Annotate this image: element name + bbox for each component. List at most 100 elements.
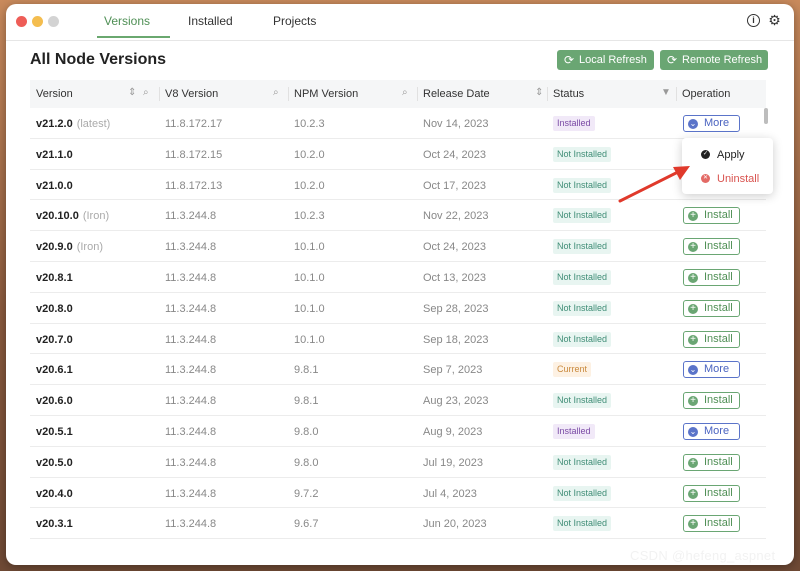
npm-version-cell: 10.1.0 (294, 302, 325, 315)
table-row: v20.6.1 11.3.244.8 9.8.1 Sep 7, 2023 Current… (30, 354, 766, 386)
version-cell: v21.2.0 (latest) (36, 118, 110, 130)
scrollbar-thumb[interactable] (764, 108, 768, 124)
version-number: v20.7.0 (36, 333, 73, 346)
search-icon[interactable]: ⌕ (143, 87, 149, 98)
zoom-window-button[interactable] (48, 16, 59, 27)
column-divider (159, 87, 160, 101)
version-number: v20.5.0 (36, 456, 73, 469)
status-badge: Not Installed (553, 239, 612, 255)
npm-version-cell: 10.1.0 (294, 241, 325, 254)
install-button[interactable]: + Install (683, 453, 740, 471)
version-cell: v20.6.0 (36, 395, 73, 407)
npm-version-cell: 9.7.2 (294, 487, 319, 500)
column-header-status[interactable]: Status (553, 88, 584, 100)
local-refresh-button[interactable]: ⟳ Local Refresh (557, 50, 654, 70)
v8-version-cell: 11.3.244.8 (165, 425, 217, 438)
plus-icon: + (688, 272, 698, 283)
version-tag: (latest) (76, 118, 111, 130)
search-icon[interactable]: ⌕ (402, 87, 408, 98)
column-header-v8-version[interactable]: V8 Version (165, 88, 218, 100)
v8-version-cell: 11.3.244.8 (165, 456, 217, 469)
info-icon[interactable]: i (747, 14, 760, 27)
v8-version-cell: 11.8.172.15 (165, 148, 223, 161)
table-row: v21.2.0 (latest) 11.8.172.17 10.2.3 Nov 14, … (30, 108, 766, 139)
version-number: v21.1.0 (36, 148, 73, 161)
menu-item-apply[interactable]: ✓ Apply (682, 144, 773, 166)
menu-item-label: Apply (717, 149, 745, 161)
column-header-version[interactable]: Version (36, 88, 73, 100)
remote-refresh-button[interactable]: ⟳ Remote Refresh (660, 50, 768, 70)
install-button[interactable]: + Install (683, 330, 740, 348)
release-date-cell: Sep 7, 2023 (423, 364, 483, 377)
version-cell: v20.10.0 (Iron) (36, 210, 109, 222)
operation-label: Install (704, 394, 733, 407)
tab-installed[interactable]: Installed (188, 14, 233, 28)
install-button[interactable]: + Install (683, 207, 740, 225)
version-tag: (Iron) (76, 241, 103, 254)
table-row: v20.8.0 11.3.244.8 10.1.0 Sep 28, 2023 Not I… (30, 293, 766, 324)
install-button[interactable]: + Install (683, 484, 740, 502)
release-date-cell: Jun 20, 2023 (423, 518, 487, 531)
release-date-cell: Oct 17, 2023 (423, 179, 486, 192)
check-icon: ✓ (701, 150, 710, 159)
sort-icon[interactable]: ⇕ (128, 87, 136, 98)
npm-version-cell: 9.8.0 (294, 425, 319, 438)
status-badge: Not Installed (553, 146, 612, 162)
version-number: v20.8.1 (36, 271, 73, 284)
filter-icon[interactable]: ▼ (661, 87, 671, 98)
release-date-cell: Jul 4, 2023 (423, 487, 477, 500)
version-cell: v20.3.1 (36, 518, 73, 530)
tab-projects[interactable]: Projects (273, 14, 316, 28)
install-button[interactable]: + Install (683, 238, 740, 256)
release-date-cell: Oct 24, 2023 (423, 241, 486, 254)
search-icon[interactable]: ⌕ (273, 87, 279, 98)
npm-version-cell: 9.8.1 (294, 395, 319, 408)
close-window-button[interactable] (16, 16, 27, 27)
version-cell: v20.5.0 (36, 457, 73, 469)
operation-label: Install (704, 486, 733, 499)
more-button[interactable]: ⌄ More (683, 115, 740, 132)
npm-version-cell: 10.2.0 (294, 179, 325, 192)
refresh-icon: ⟳ (564, 53, 575, 67)
version-number: v20.10.0 (36, 210, 79, 223)
page-title: All Node Versions (30, 51, 167, 68)
gear-icon[interactable]: ⚙ (768, 13, 781, 27)
table-header: Version ⇕ ⌕ V8 Version ⌕ NPM Version ⌕ R… (30, 80, 766, 108)
menu-item-uninstall[interactable]: ✕ Uninstall (682, 168, 773, 190)
v8-version-cell: 11.3.244.8 (165, 210, 217, 223)
version-cell: v20.5.1 (36, 426, 73, 438)
table-row: v20.9.0 (Iron) 11.3.244.8 10.1.0 Oct 24, 202… (30, 231, 766, 262)
minimize-window-button[interactable] (32, 16, 43, 27)
v8-version-cell: 11.3.244.8 (165, 364, 217, 377)
table-row: v20.6.0 11.3.244.8 9.8.1 Aug 23, 2023 Not In… (30, 385, 766, 416)
column-header-npm-version[interactable]: NPM Version (294, 88, 358, 100)
table-row: v20.7.0 11.3.244.8 10.1.0 Sep 18, 2023 Not I… (30, 324, 766, 355)
install-button[interactable]: + Install (683, 299, 740, 317)
version-number: v20.6.0 (36, 395, 73, 408)
plus-icon: + (688, 519, 698, 530)
local-refresh-label: Local Refresh (579, 54, 647, 66)
operation-label: Install (704, 209, 733, 222)
column-divider (417, 87, 418, 101)
version-tag: (Iron) (82, 210, 110, 223)
install-button[interactable]: + Install (683, 515, 740, 533)
operation-label: Install (704, 517, 733, 530)
tab-versions[interactable]: Versions (104, 14, 150, 28)
version-cell: v20.4.0 (36, 488, 73, 500)
divider (6, 40, 794, 41)
version-number: v20.8.0 (36, 302, 73, 315)
release-date-cell: Nov 14, 2023 (423, 118, 489, 130)
more-button[interactable]: ⌄ More (683, 422, 740, 440)
column-header-release-date[interactable]: Release Date (423, 88, 490, 100)
version-number: v20.6.1 (36, 364, 73, 377)
install-button[interactable]: + Install (683, 268, 740, 286)
v8-version-cell: 11.3.244.8 (165, 302, 217, 315)
chevron-down-icon: ⌄ (688, 426, 698, 437)
more-button[interactable]: ⌄ More (683, 361, 740, 379)
npm-version-cell: 9.8.1 (294, 364, 319, 377)
v8-version-cell: 11.3.244.8 (165, 271, 217, 284)
install-button[interactable]: + Install (683, 392, 740, 410)
status-badge: Current (553, 362, 592, 378)
sort-icon[interactable]: ⇕ (535, 87, 543, 98)
v8-version-cell: 11.3.244.8 (165, 333, 217, 346)
